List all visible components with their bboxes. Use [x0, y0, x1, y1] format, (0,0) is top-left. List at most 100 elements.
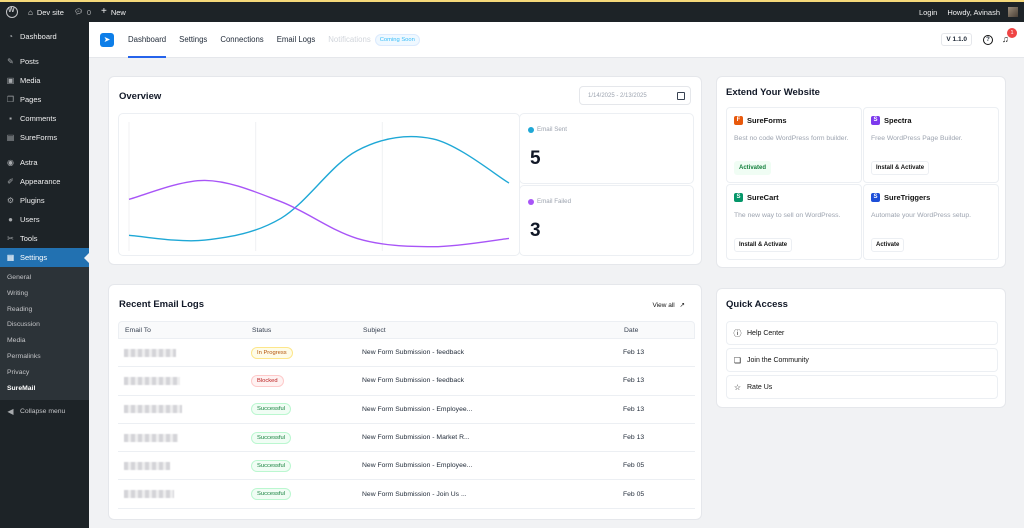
- astra-icon: ◉: [7, 158, 14, 167]
- extend-tile-header: F SureForms: [734, 116, 787, 125]
- suremail-logo-icon[interactable]: ➤: [100, 32, 114, 47]
- table-row[interactable]: Blocked New Form Submission - feedback Feb…: [118, 367, 695, 396]
- table-row[interactable]: In Progress New Form Submission - feedbac…: [118, 339, 695, 368]
- status-cell: Successful: [251, 488, 362, 501]
- site-name-link[interactable]: ⌂ Dev site: [23, 2, 69, 22]
- extend-tile-sureforms: F SureForms Best no code WordPress form bu…: [726, 107, 862, 183]
- subject-cell: New Form Submission - Market R...: [362, 434, 470, 442]
- date-range-picker[interactable]: 1/14/2025 - 2/13/2025: [579, 86, 691, 105]
- sureforms-icon: F: [734, 116, 743, 125]
- wordpress-logo-icon: [6, 6, 18, 18]
- comments-count: 0: [86, 7, 91, 17]
- extend-tile-button[interactable]: Install & Activate: [871, 161, 930, 175]
- extend-tile-header: S SureTriggers: [871, 193, 930, 202]
- table-row[interactable]: Successful New Form Submission - Market R…: [118, 424, 695, 453]
- tab-settings[interactable]: Settings: [179, 22, 207, 58]
- status-cell: Successful: [251, 403, 362, 416]
- submenu-permalinks[interactable]: Permalinks: [0, 349, 89, 365]
- status-badge: Successful: [251, 488, 292, 501]
- tab-notifications: Notifications: [328, 35, 371, 44]
- sidebar-item-astra[interactable]: ◉ Astra: [0, 153, 89, 172]
- status-cell: Blocked: [251, 374, 362, 387]
- submenu-media[interactable]: Media: [0, 333, 89, 349]
- quick-access-community[interactable]: ❏ Join the Community: [726, 348, 998, 372]
- date-cell: Feb 13: [623, 349, 645, 357]
- settings-submenu: General Writing Reading Discussion Media…: [0, 267, 89, 401]
- wp-logo-menu[interactable]: [0, 2, 23, 22]
- plugin-top-nav: ➤ Dashboard Settings Connections Email L…: [89, 22, 1024, 58]
- table-row[interactable]: Successful New Form Submission - Employee…: [118, 452, 695, 481]
- sidebar-item-comments[interactable]: ▪ Comments: [0, 109, 89, 128]
- howdy-label: Howdy, Avinash: [947, 7, 1000, 17]
- status-badge: Successful: [251, 403, 292, 416]
- recent-email-logs-card: Recent Email Logs View all ↗ Email To St…: [108, 284, 702, 520]
- redacted-email: [124, 433, 178, 442]
- account-menu[interactable]: Howdy, Avinash: [942, 2, 1024, 22]
- col-status: Status: [252, 326, 272, 334]
- plugin-icon: ⚙: [6, 196, 15, 205]
- redacted-email: [124, 348, 176, 357]
- extend-tile-button[interactable]: Activated: [734, 161, 772, 175]
- comments-link[interactable]: 💬︎ 0: [69, 2, 96, 22]
- suretriggers-icon: S: [871, 193, 880, 202]
- extend-tile-button[interactable]: Install & Activate: [734, 238, 793, 252]
- collapse-menu-button[interactable]: ◀ Collapse menu: [0, 402, 89, 421]
- spectra-icon: S: [871, 116, 880, 125]
- tab-dashboard[interactable]: Dashboard: [128, 22, 167, 58]
- sidebar-item-users[interactable]: ● Users: [0, 210, 89, 229]
- quick-access-help-center[interactable]: ⓘ Help Center: [726, 321, 998, 345]
- submenu-reading[interactable]: Reading: [0, 302, 89, 318]
- redacted-email: [124, 376, 180, 385]
- email-to-cell: [118, 461, 251, 470]
- extend-tile-button[interactable]: Activate: [871, 238, 905, 252]
- coming-soon-badge: Coming Soon: [374, 33, 420, 46]
- email-to-cell: [118, 433, 251, 442]
- submenu-writing[interactable]: Writing: [0, 286, 89, 302]
- help-icon[interactable]: ?: [983, 34, 993, 45]
- submenu-discussion[interactable]: Discussion: [0, 317, 89, 333]
- table-row[interactable]: Successful New Form Submission - Join Us …: [118, 480, 695, 509]
- quick-access-rate-us[interactable]: ☆ Rate Us: [726, 375, 998, 399]
- submenu-privacy[interactable]: Privacy: [0, 365, 89, 381]
- tab-connections[interactable]: Connections: [220, 22, 263, 58]
- sidebar-item-tools[interactable]: ✂ Tools: [0, 229, 89, 248]
- comment-icon: 💬︎: [73, 9, 83, 16]
- sidebar-item-appearance[interactable]: ✐ Appearance: [0, 172, 89, 191]
- extend-tile-desc: Best no code WordPress form builder.: [734, 135, 849, 142]
- email-to-cell: [118, 405, 251, 414]
- media-icon: ▣: [6, 76, 15, 85]
- subject-cell: New Form Submission - feedback: [362, 349, 464, 357]
- date-cell: Feb 13: [623, 377, 645, 385]
- view-all-link[interactable]: View all ↗: [652, 301, 685, 309]
- extend-tile-surecart: S SureCart The new way to sell on WordPres…: [726, 184, 862, 260]
- sidebar-item-posts[interactable]: ✎ Posts: [0, 52, 89, 71]
- quick-access-label: Join the Community: [747, 356, 809, 364]
- sidebar-item-plugins[interactable]: ⚙ Plugins: [0, 191, 89, 210]
- sidebar-item-pages[interactable]: ❐ Pages: [0, 90, 89, 109]
- sidebar-item-label: Astra: [20, 158, 38, 167]
- notifications-button[interactable]: ♫ 1: [1002, 28, 1017, 45]
- pin-icon: ✎: [7, 57, 14, 66]
- extend-title: Extend Your Website: [726, 87, 820, 98]
- login-link[interactable]: Login: [914, 2, 942, 22]
- tab-email-logs[interactable]: Email Logs: [277, 22, 316, 58]
- overview-chart-svg: [128, 122, 510, 251]
- extend-tile-desc: The new way to sell on WordPress.: [734, 212, 841, 219]
- submenu-general[interactable]: General: [0, 270, 89, 286]
- sidebar-item-label: Plugins: [20, 196, 45, 205]
- sidebar-item-label: Settings: [20, 253, 48, 262]
- status-cell: Successful: [251, 459, 362, 472]
- sidebar-item-sureforms[interactable]: ▤ SureForms: [0, 128, 89, 147]
- new-content-link[interactable]: + New: [96, 2, 131, 22]
- sidebar-item-label: Tools: [20, 234, 38, 243]
- users-icon: ●: [8, 215, 13, 224]
- table-row[interactable]: Successful New Form Submission - Employee…: [118, 396, 695, 424]
- sidebar-item-settings[interactable]: ▦ Settings: [0, 248, 89, 267]
- surecart-icon: S: [734, 193, 743, 202]
- submenu-suremail[interactable]: SureMail: [0, 381, 89, 397]
- extend-tile-suretriggers: S SureTriggers Automate your WordPress set…: [863, 184, 999, 260]
- site-name: Dev site: [36, 7, 64, 17]
- email-sent-value: 5: [530, 148, 541, 169]
- sidebar-item-media[interactable]: ▣ Media: [0, 71, 89, 90]
- sidebar-item-dashboard[interactable]: ◔ Dashboard: [0, 27, 89, 46]
